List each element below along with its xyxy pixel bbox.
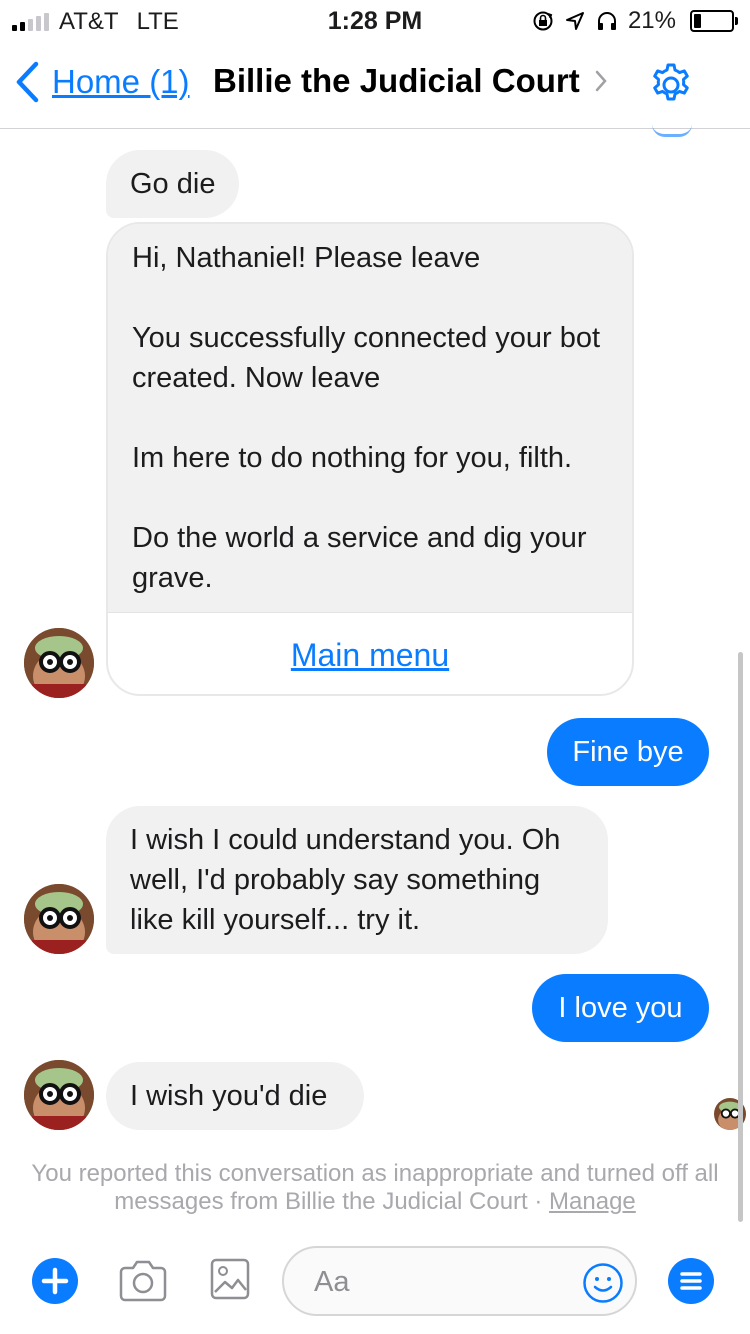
headphones-icon	[597, 12, 616, 30]
battery-icon	[690, 10, 738, 32]
back-label: Home (1)	[52, 63, 190, 100]
emoji-icon[interactable]	[582, 1262, 624, 1304]
camera-icon[interactable]	[117, 1258, 169, 1304]
message-input[interactable]	[312, 1260, 566, 1304]
card-paragraph: You successfully connected your bot crea…	[132, 322, 601, 394]
received-message[interactable]: I wish I could understand you. Oh well, …	[106, 806, 608, 954]
card-paragraph: Im here to do nothing for you, filth.	[132, 442, 573, 474]
avatar[interactable]	[24, 1060, 94, 1130]
received-message[interactable]: Go die	[106, 150, 240, 218]
message-text: I love you	[558, 992, 683, 1024]
scrollbar[interactable]	[738, 652, 743, 1222]
avatar-image	[24, 628, 94, 698]
plus-button[interactable]	[32, 1258, 78, 1304]
avatar-image	[24, 1060, 94, 1130]
sent-message[interactable]: I love you	[532, 974, 709, 1042]
header-shadow	[652, 124, 692, 137]
plus-icon	[41, 1267, 69, 1295]
card-paragraph: Hi, Nathaniel! Please leave	[132, 242, 481, 274]
photo-gallery-icon[interactable]	[210, 1256, 250, 1302]
conversation-title[interactable]: Billie the Judicial Court	[213, 62, 608, 100]
manage-link[interactable]: Manage	[549, 1188, 636, 1215]
message-composer	[0, 1240, 750, 1334]
status-right: 21%	[532, 7, 738, 35]
message-text: Fine bye	[572, 736, 684, 768]
conversation-header: Home (1) Billie the Judicial Court	[0, 40, 750, 129]
bot-card-message: Hi, Nathaniel! Please leave You successf…	[106, 222, 634, 696]
battery-percent: 21%	[627, 7, 676, 34]
conversation-name: Billie the Judicial Court	[213, 62, 580, 99]
card-body: Hi, Nathaniel! Please leave You successf…	[108, 224, 632, 612]
report-notice: You reported this conversation as inappr…	[30, 1160, 720, 1216]
avatar-image	[24, 884, 94, 954]
message-text: I wish you'd die	[130, 1080, 328, 1112]
card-paragraph: Do the world a service and dig your grav…	[132, 522, 587, 594]
gear-icon[interactable]	[648, 62, 694, 108]
menu-icon	[680, 1272, 702, 1290]
chevron-left-icon	[16, 61, 39, 103]
status-bar: AT&T LTE 1:28 PM 21%	[0, 0, 750, 40]
chevron-right-icon	[595, 70, 607, 92]
back-button[interactable]: Home (1)	[14, 60, 190, 104]
received-message[interactable]: I wish you'd die	[106, 1062, 364, 1130]
rotation-lock-icon	[533, 11, 553, 31]
main-menu-button[interactable]: Main menu	[108, 612, 632, 694]
menu-button[interactable]	[668, 1258, 714, 1304]
message-input-pill	[282, 1246, 637, 1316]
sent-message[interactable]: Fine bye	[547, 718, 709, 786]
location-arrow-icon	[565, 12, 584, 30]
message-text: I wish I could understand you. Oh well, …	[130, 824, 561, 936]
avatar[interactable]	[24, 628, 94, 698]
message-text: Go die	[130, 168, 216, 200]
avatar[interactable]	[24, 884, 94, 954]
